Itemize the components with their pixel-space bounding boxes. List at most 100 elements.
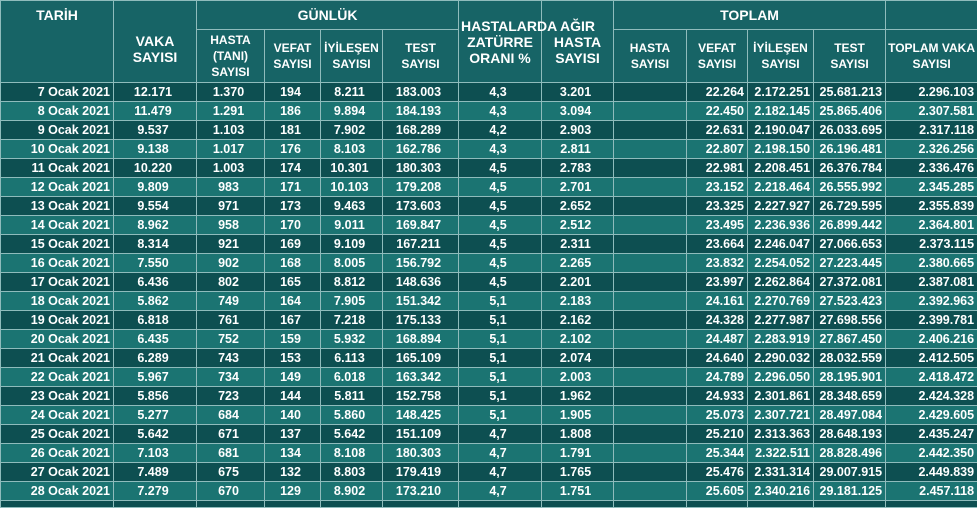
cell-toplam-vaka: 2.380.665 xyxy=(886,254,977,273)
cell-vaka: 6.436 xyxy=(114,273,197,292)
cell-date: 19 Ocak 2021 xyxy=(1,311,114,330)
cell-empty xyxy=(748,501,814,508)
cell-empty xyxy=(614,501,687,508)
cell-toplam-hasta xyxy=(614,330,687,349)
cell-toplam-iyilesen: 2.270.769 xyxy=(748,292,814,311)
cell-date: 22 Ocak 2021 xyxy=(1,368,114,387)
cell-agir: 2.003 xyxy=(542,368,614,387)
cell-test: 168.894 xyxy=(383,330,459,349)
cell-toplam-hasta xyxy=(614,482,687,501)
cell-agir: 1.765 xyxy=(542,463,614,482)
cell-zaturre: 4,3 xyxy=(459,102,542,121)
header-toplam-blank xyxy=(886,1,977,30)
cell-toplam-vaka: 2.429.605 xyxy=(886,406,977,425)
cell-agir: 2.162 xyxy=(542,311,614,330)
cell-vaka: 5.277 xyxy=(114,406,197,425)
cell-zaturre: 5,1 xyxy=(459,406,542,425)
cell-vaka: 11.479 xyxy=(114,102,197,121)
cell-toplam-iyilesen: 2.301.861 xyxy=(748,387,814,406)
cell-toplam-test: 27.223.445 xyxy=(814,254,886,273)
cell-toplam-test: 27.372.081 xyxy=(814,273,886,292)
cell-toplam-test: 27.523.423 xyxy=(814,292,886,311)
table-row: 10 Ocak 20219.1381.0171768.103162.7864,3… xyxy=(1,140,977,159)
cell-agir: 2.652 xyxy=(542,197,614,216)
cell-iyilesen: 5.642 xyxy=(321,425,383,444)
cell-toplam-vaka: 2.345.285 xyxy=(886,178,977,197)
cell-toplam-hasta xyxy=(614,311,687,330)
cell-test: 148.636 xyxy=(383,273,459,292)
cell-toplam-test: 25.865.406 xyxy=(814,102,886,121)
cell-toplam-hasta xyxy=(614,178,687,197)
cell-date: 9 Ocak 2021 xyxy=(1,121,114,140)
cell-empty xyxy=(383,501,459,508)
cell-toplam-test: 26.196.481 xyxy=(814,140,886,159)
cell-toplam-vefat: 25.605 xyxy=(687,482,748,501)
cell-iyilesen: 10.301 xyxy=(321,159,383,178)
cell-iyilesen: 6.018 xyxy=(321,368,383,387)
cell-test: 179.208 xyxy=(383,178,459,197)
cell-date: 25 Ocak 2021 xyxy=(1,425,114,444)
table-body: 7 Ocak 202112.1711.3701948.211183.0034,3… xyxy=(1,83,977,508)
cell-agir: 2.074 xyxy=(542,349,614,368)
table-row: 16 Ocak 20217.5509021688.005156.7924,52.… xyxy=(1,254,977,273)
cell-vaka: 8.962 xyxy=(114,216,197,235)
cell-iyilesen: 8.108 xyxy=(321,444,383,463)
cell-vaka: 6.818 xyxy=(114,311,197,330)
cell-agir: 1.808 xyxy=(542,425,614,444)
cell-hasta-tani: 670 xyxy=(197,482,265,501)
cell-iyilesen: 8.005 xyxy=(321,254,383,273)
cell-agir: 1.791 xyxy=(542,444,614,463)
cell-iyilesen: 6.113 xyxy=(321,349,383,368)
cell-iyilesen: 5.811 xyxy=(321,387,383,406)
cell-vaka: 5.642 xyxy=(114,425,197,444)
cell-agir: 3.201 xyxy=(542,83,614,102)
table-row: 18 Ocak 20215.8627491647.905151.3425,12.… xyxy=(1,292,977,311)
cell-iyilesen: 9.463 xyxy=(321,197,383,216)
cell-toplam-hasta xyxy=(614,292,687,311)
cell-vaka: 5.967 xyxy=(114,368,197,387)
cell-toplam-vefat: 25.476 xyxy=(687,463,748,482)
cell-vefat: 153 xyxy=(265,349,321,368)
cell-vaka: 10.220 xyxy=(114,159,197,178)
cell-iyilesen: 5.860 xyxy=(321,406,383,425)
table-row: 25 Ocak 20215.6426711375.642151.1094,71.… xyxy=(1,425,977,444)
cell-toplam-vefat: 24.640 xyxy=(687,349,748,368)
cell-iyilesen: 8.812 xyxy=(321,273,383,292)
cell-toplam-vefat: 25.344 xyxy=(687,444,748,463)
cell-empty xyxy=(114,501,197,508)
table-row: 8 Ocak 202111.4791.2911869.894184.1934,3… xyxy=(1,102,977,121)
cell-toplam-iyilesen: 2.236.936 xyxy=(748,216,814,235)
cell-toplam-iyilesen: 2.340.216 xyxy=(748,482,814,501)
table-row: 13 Ocak 20219.5549711739.463173.6034,52.… xyxy=(1,197,977,216)
cell-iyilesen: 9.894 xyxy=(321,102,383,121)
cell-date: 8 Ocak 2021 xyxy=(1,102,114,121)
header-hasta-tani: HASTA (TANI) SAYISI xyxy=(197,30,265,83)
cell-agir: 2.701 xyxy=(542,178,614,197)
cell-vaka: 6.289 xyxy=(114,349,197,368)
cell-vefat: 137 xyxy=(265,425,321,444)
cell-zaturre: 4,5 xyxy=(459,178,542,197)
cell-toplam-vaka: 2.406.216 xyxy=(886,330,977,349)
cell-toplam-test: 28.348.659 xyxy=(814,387,886,406)
cell-vefat: 170 xyxy=(265,216,321,235)
cell-toplam-test: 28.828.496 xyxy=(814,444,886,463)
cell-toplam-vaka: 2.364.801 xyxy=(886,216,977,235)
cell-test: 156.792 xyxy=(383,254,459,273)
cell-vefat: 181 xyxy=(265,121,321,140)
cell-empty xyxy=(265,501,321,508)
cell-vefat: 168 xyxy=(265,254,321,273)
cell-vaka: 7.550 xyxy=(114,254,197,273)
cell-vefat: 173 xyxy=(265,197,321,216)
cell-zaturre: 4,5 xyxy=(459,159,542,178)
cell-vaka: 8.314 xyxy=(114,235,197,254)
header-toplam: TOPLAM xyxy=(614,1,886,30)
cell-toplam-vaka: 2.296.103 xyxy=(886,83,977,102)
cell-test: 168.289 xyxy=(383,121,459,140)
cell-toplam-iyilesen: 2.172.251 xyxy=(748,83,814,102)
cell-empty xyxy=(1,501,114,508)
cell-test: 180.303 xyxy=(383,444,459,463)
cell-toplam-vefat: 24.933 xyxy=(687,387,748,406)
cell-toplam-iyilesen: 2.254.052 xyxy=(748,254,814,273)
cell-test: 173.603 xyxy=(383,197,459,216)
cell-toplam-hasta xyxy=(614,387,687,406)
